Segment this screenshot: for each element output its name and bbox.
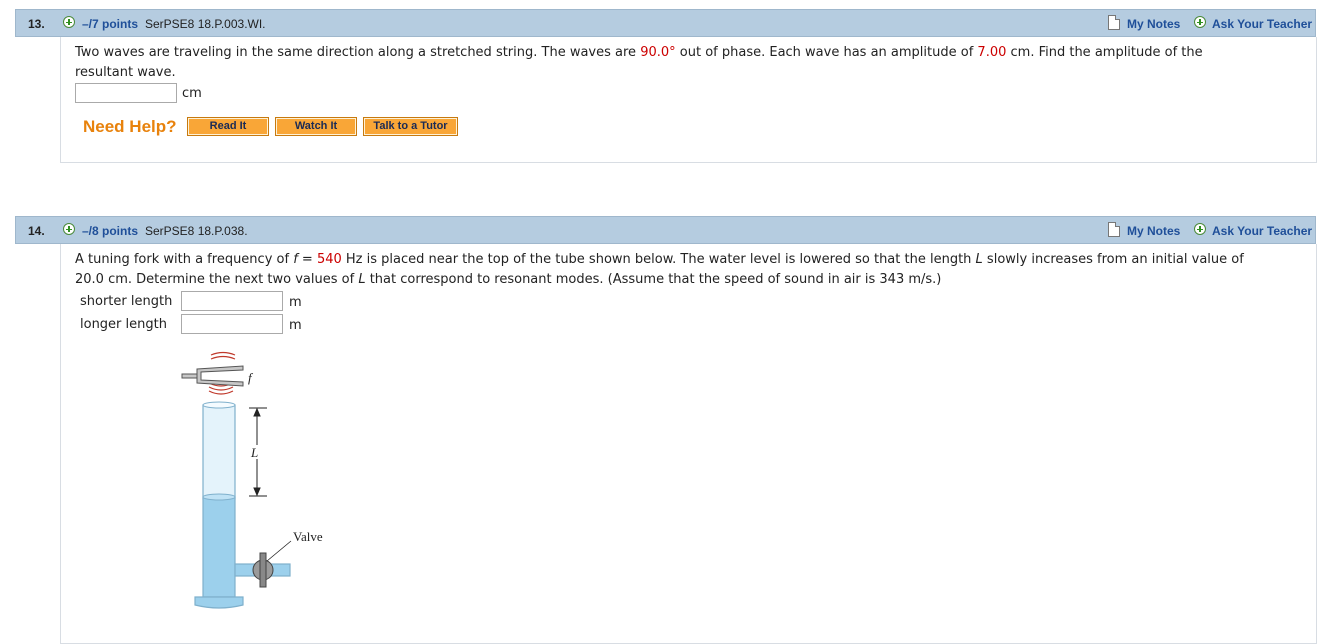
tuning-fork-icon	[181, 365, 244, 387]
longer-length-unit: m	[289, 318, 302, 333]
expand-plus-icon[interactable]	[63, 223, 75, 235]
talk-to-tutor-button[interactable]: Talk to a Tutor	[363, 117, 458, 136]
frequency-value: 540	[316, 252, 342, 267]
sound-wave-icon	[208, 351, 236, 395]
q13-header: 13. –/7 points SerPSE8 18.P.003.WI. My N…	[15, 9, 1316, 37]
q13-question-text: Two waves are traveling in the same dire…	[75, 45, 1203, 80]
ask-teacher-plus-icon[interactable]	[1194, 223, 1206, 235]
question-number: 13.	[28, 17, 45, 31]
question-code: SerPSE8 18.P.003.WI.	[145, 17, 266, 31]
valve-label: Valve	[293, 529, 323, 544]
q14-header: 14. –/8 points SerPSE8 18.P.038. My Note…	[15, 216, 1316, 244]
q14-question-text: A tuning fork with a frequency of f = 54…	[75, 252, 1244, 287]
points-link[interactable]: –/8 points	[82, 224, 138, 238]
notes-icon[interactable]	[1108, 222, 1120, 237]
my-notes-link[interactable]: My Notes	[1127, 17, 1180, 31]
amplitude-value: 7.00	[977, 45, 1007, 60]
shorter-length-input[interactable]	[181, 291, 283, 311]
question-code: SerPSE8 18.P.038.	[145, 224, 248, 238]
resonance-tube-figure: f Valve L	[181, 351, 323, 609]
unit-label: cm	[182, 86, 202, 101]
ask-teacher-plus-icon[interactable]	[1194, 16, 1206, 28]
need-help-label: Need Help?	[83, 117, 177, 136]
my-notes-link[interactable]: My Notes	[1127, 224, 1180, 238]
fork-f-label: f	[248, 370, 254, 385]
ask-your-teacher-link[interactable]: Ask Your Teacher	[1212, 224, 1312, 238]
longer-length-input[interactable]	[181, 314, 283, 334]
resultant-amplitude-input[interactable]	[75, 83, 177, 103]
question-number: 14.	[28, 224, 45, 238]
water-column	[202, 496, 236, 598]
tube-air-column	[202, 404, 236, 500]
points-link[interactable]: –/7 points	[82, 17, 138, 31]
watch-it-button[interactable]: Watch It	[275, 117, 357, 136]
notes-icon[interactable]	[1108, 15, 1120, 30]
read-it-button[interactable]: Read It	[187, 117, 269, 136]
phase-value: 90.0°	[640, 45, 676, 60]
longer-length-label: longer length	[80, 317, 167, 332]
ask-your-teacher-link[interactable]: Ask Your Teacher	[1212, 17, 1312, 31]
shorter-length-unit: m	[289, 295, 302, 310]
shorter-length-label: shorter length	[80, 294, 173, 309]
tube-base	[194, 596, 244, 609]
length-L-label: L	[250, 445, 258, 460]
expand-plus-icon[interactable]	[63, 16, 75, 28]
